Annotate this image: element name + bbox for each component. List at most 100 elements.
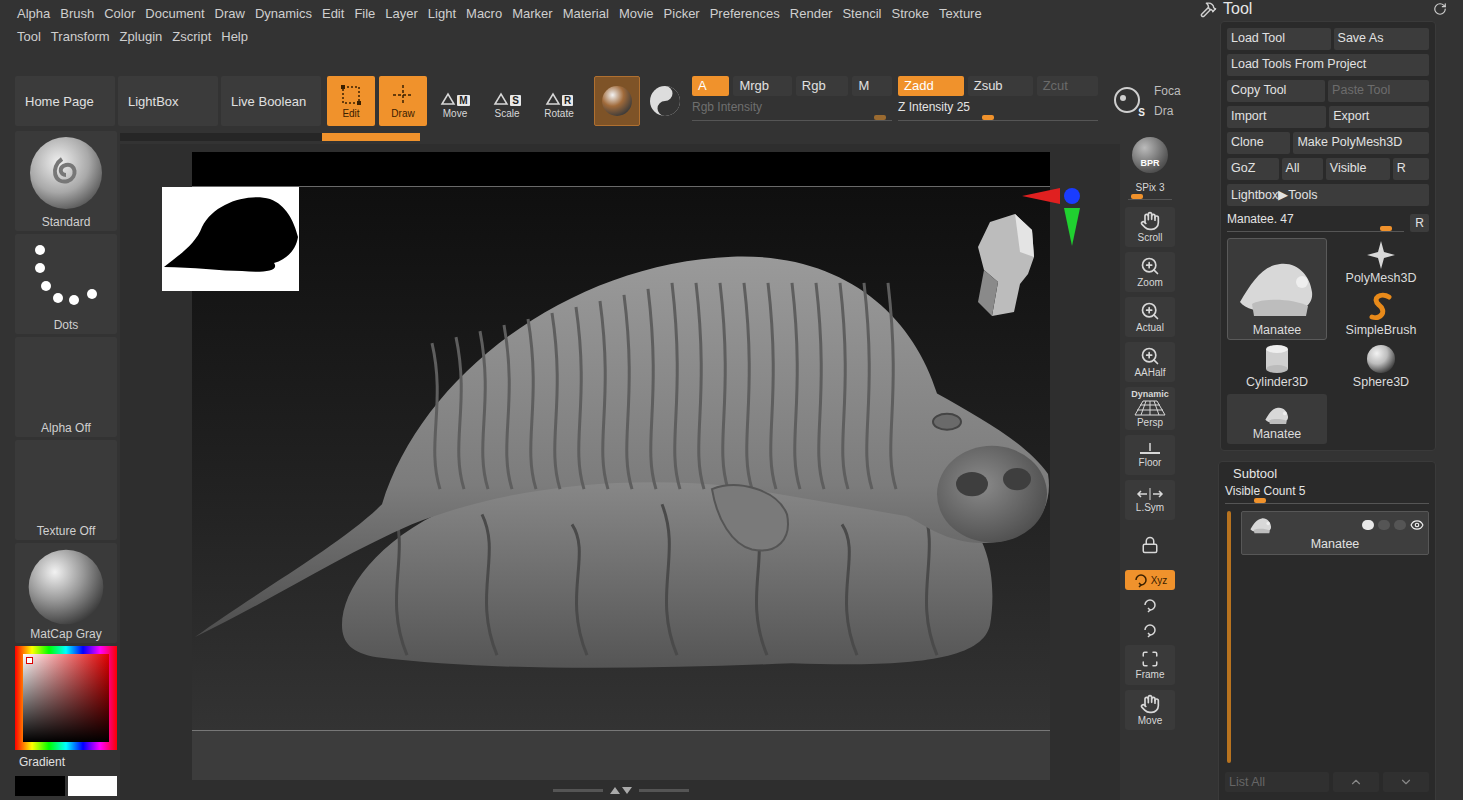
menu-item[interactable]: Draw [210,4,250,23]
menu-item[interactable]: Zplugin [115,27,168,46]
brush-mode-button[interactable] [643,76,687,126]
z-mode-button[interactable]: Zcut [1037,76,1098,96]
tool-slider-track[interactable] [1227,226,1404,232]
tool-tile[interactable]: Cylinder3D [1227,342,1327,392]
shelf-tile[interactable]: Alpha Off [15,337,117,437]
menu-item[interactable]: Marker [507,4,557,23]
intensity-slider[interactable]: Z Intensity 25 [898,100,1098,121]
spix-knob[interactable] [1131,194,1143,199]
color-mode-button[interactable]: Mrgb [733,76,791,96]
tool-button[interactable]: GoZ [1227,158,1279,180]
move-up-button[interactable] [1333,772,1379,792]
zoom-button[interactable]: Zoom [1125,252,1175,292]
nav-button[interactable]: Live Boolean [221,76,321,126]
lsym-button[interactable]: L.Sym [1125,480,1175,520]
tool-button[interactable]: Visible [1326,158,1390,180]
refresh-icon[interactable] [1433,2,1447,16]
tool-tile[interactable]: Manatee [1227,394,1327,444]
mode-button[interactable]: Draw [379,76,427,126]
bpr-button[interactable]: BPR [1125,135,1175,175]
color-mode-button[interactable]: Rgb [796,76,849,96]
tool-button[interactable]: R [1393,158,1429,180]
navigation-head[interactable] [970,212,1040,320]
tool-button[interactable]: Save As [1334,28,1429,50]
subtool-item[interactable]: Manatee [1241,511,1429,555]
menu-item[interactable]: Alpha [12,4,55,23]
toggle-icon[interactable] [1362,520,1374,530]
axis-gizmo[interactable] [1020,184,1084,249]
mode-button[interactable]: RRotate [535,76,583,126]
tool-button[interactable]: Clone [1227,132,1290,154]
move-button[interactable]: Move [1125,690,1175,730]
subtool-title[interactable]: Subtool [1225,466,1429,481]
nav-button[interactable]: Home Page [15,76,115,126]
menu-item[interactable]: Brush [55,4,99,23]
color-marker[interactable] [26,657,33,664]
nav-button[interactable]: LightBox [118,76,218,126]
move-down-button[interactable] [1383,772,1429,792]
frame-button[interactable]: Frame [1125,645,1175,685]
material-button[interactable] [594,76,640,126]
color-mode-button[interactable]: A [692,76,729,96]
slider-track[interactable] [692,115,892,121]
spix-track[interactable] [1128,194,1172,200]
expand-arrows-icon[interactable] [609,785,633,795]
subtool-scrollbar[interactable] [1227,511,1231,763]
menu-item[interactable]: Picker [659,4,705,23]
persp-button[interactable]: DynamicPersp [1125,387,1175,430]
list-all-button[interactable]: List All [1225,772,1329,792]
rotate-y-button[interactable] [1125,595,1175,615]
menu-item[interactable]: Layer [380,4,423,23]
tool-button[interactable]: All [1282,158,1323,180]
menu-item[interactable]: Zscript [167,27,216,46]
visible-count-slider[interactable]: Visible Count 5 [1225,484,1429,504]
color-mode-button[interactable]: M [852,76,892,96]
visible-count-knob[interactable] [1254,498,1266,503]
tool-button[interactable]: Lightbox▶Tools [1227,184,1429,206]
tool-tile[interactable]: SimpleBrush [1331,290,1431,340]
tool-slider-knob[interactable] [1380,226,1392,231]
spix-slider[interactable]: SPix 3 [1125,180,1175,202]
menu-item[interactable]: Stencil [837,4,886,23]
tool-button[interactable]: Make PolyMesh3D [1293,132,1429,154]
toggle-icon[interactable] [1394,520,1406,530]
menu-item[interactable]: Light [423,4,461,23]
reset-button[interactable]: R [1410,214,1429,232]
menu-item[interactable]: Stroke [886,4,934,23]
color-field[interactable] [23,654,109,742]
stroke-button[interactable]: S [1105,76,1151,126]
slider-knob[interactable] [982,115,994,120]
tool-button[interactable]: Copy Tool [1227,80,1325,102]
mode-button[interactable]: MMove [431,76,479,126]
shelf-tile[interactable]: Standard [15,131,117,231]
menu-item[interactable]: Render [785,4,838,23]
floor-button[interactable]: Floor [1125,435,1175,475]
aahalf-button[interactable]: AAHalf [1125,342,1175,382]
z-mode-button[interactable]: Zsub [968,76,1033,96]
menu-item[interactable]: Tool [12,27,46,46]
shelf-tile[interactable]: Texture Off [15,440,117,540]
toggle-icon[interactable] [1378,520,1390,530]
tool-button[interactable]: Import [1227,106,1326,128]
menu-item[interactable]: Edit [317,4,349,23]
shelf-tile[interactable]: MatCap Gray [15,543,117,643]
color-swatch[interactable] [68,776,118,796]
mode-button[interactable]: Edit [327,76,375,126]
manatee-model[interactable] [192,152,1050,780]
visible-count-track[interactable] [1225,498,1429,504]
actual-button[interactable]: Actual [1125,297,1175,337]
mode-button[interactable]: SScale [483,76,531,126]
color-picker[interactable] [15,646,117,750]
scroll-button[interactable]: Scroll [1125,207,1175,247]
tool-tile[interactable]: PolyMesh3D [1331,238,1431,288]
tool-button[interactable]: Load Tools From Project [1227,54,1429,76]
shelf-tile[interactable]: Dots [15,234,117,334]
slider-track[interactable] [898,115,1098,121]
menu-item[interactable]: File [349,4,380,23]
menu-item[interactable]: Material [558,4,614,23]
menu-item[interactable]: Preferences [705,4,785,23]
silhouette-thumbnail[interactable] [162,187,299,291]
menu-item[interactable]: Macro [461,4,507,23]
document-canvas[interactable] [192,152,1050,780]
current-tool-tile[interactable]: Manatee [1227,238,1327,340]
